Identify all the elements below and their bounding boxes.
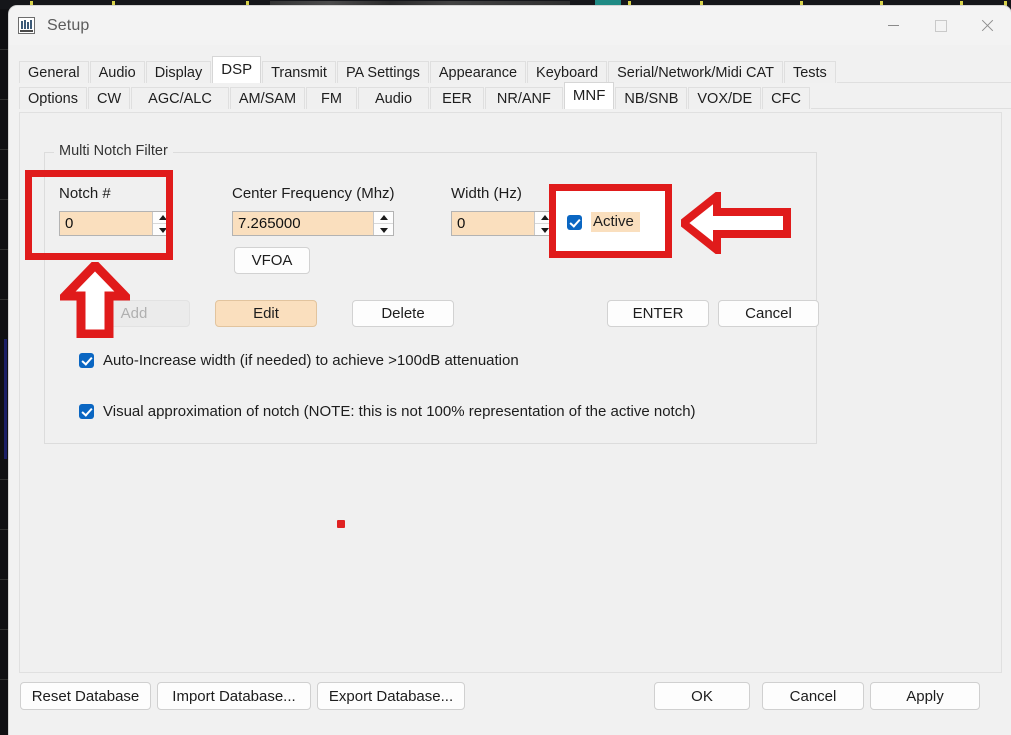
visual-approximation-checkbox[interactable]: Visual approximation of notch (NOTE: thi… [79, 403, 696, 420]
auto-increase-width-checkbox[interactable]: Auto-Increase width (if needed) to achie… [79, 352, 519, 369]
apply-button[interactable]: Apply [870, 682, 980, 710]
tab-agc-alc[interactable]: AGC/ALC [131, 87, 229, 109]
tab-appearance[interactable]: Appearance [430, 61, 526, 83]
red-dot-marker [337, 520, 345, 528]
secondary-tab-strip: Options CW AGC/ALC AM/SAM FM Audio EER N… [9, 85, 1011, 109]
notch-number-label: Notch # [59, 185, 111, 202]
spinner-up-icon[interactable] [535, 212, 554, 224]
ok-button[interactable]: OK [654, 682, 750, 710]
radio-icon [18, 17, 35, 34]
tab-vox-de[interactable]: VOX/DE [688, 87, 761, 109]
tab-nr-anf[interactable]: NR/ANF [485, 87, 563, 109]
cancel-button[interactable]: Cancel [762, 682, 864, 710]
tab-nb-snb[interactable]: NB/SNB [615, 87, 687, 109]
window-title: Setup [47, 17, 89, 35]
vfoa-button[interactable]: VFOA [234, 247, 310, 274]
checkbox-checked-icon [79, 353, 94, 368]
minimize-button[interactable] [870, 6, 917, 45]
notch-number-stepper[interactable]: 0 [59, 211, 173, 236]
import-database-button[interactable]: Import Database... [157, 682, 311, 710]
checkbox-checked-icon [79, 404, 94, 419]
tab-mnf[interactable]: MNF [564, 82, 615, 109]
tab-am-sam[interactable]: AM/SAM [230, 87, 305, 109]
visual-approximation-label: Visual approximation of notch (NOTE: thi… [103, 403, 696, 420]
tab-strip-filler [811, 87, 1011, 109]
tab-eer[interactable]: EER [430, 87, 484, 109]
spinner-down-icon[interactable] [374, 224, 393, 235]
dialog-bottom-bar: Reset Database Import Database... Export… [9, 673, 1011, 735]
width-label: Width (Hz) [451, 185, 522, 202]
center-frequency-label: Center Frequency (Mhz) [232, 185, 395, 202]
active-checkbox-overlay[interactable]: Active [567, 212, 640, 232]
background-blue-accent [4, 339, 7, 459]
width-spin-arrows[interactable] [534, 212, 554, 235]
tab-fm[interactable]: FM [306, 87, 357, 109]
maximize-button[interactable] [917, 6, 964, 45]
close-icon [981, 19, 994, 32]
tab-options[interactable]: Options [19, 87, 87, 109]
checkbox-checked-icon [567, 215, 582, 230]
spinner-up-icon[interactable] [153, 212, 172, 224]
auto-increase-width-label: Auto-Increase width (if needed) to achie… [103, 352, 519, 369]
tab-cw[interactable]: CW [88, 87, 130, 109]
tab-pa-settings[interactable]: PA Settings [337, 61, 429, 83]
notch-number-value[interactable]: 0 [60, 212, 152, 235]
enter-button[interactable]: ENTER [607, 300, 709, 327]
tab-audio[interactable]: Audio [90, 61, 145, 83]
cancel-button[interactable]: Cancel [718, 300, 819, 327]
window-controls [870, 6, 1011, 45]
spinner-up-icon[interactable] [374, 212, 393, 224]
reset-database-button[interactable]: Reset Database [20, 682, 151, 710]
tab-strip-filler [837, 61, 1011, 83]
tab-general[interactable]: General [19, 61, 89, 83]
tab-transmit[interactable]: Transmit [262, 61, 336, 83]
tab-serial-network-midi-cat[interactable]: Serial/Network/Midi CAT [608, 61, 783, 83]
tab-tests[interactable]: Tests [784, 61, 836, 83]
tab-dsp[interactable]: DSP [212, 56, 261, 83]
tab-keyboard[interactable]: Keyboard [527, 61, 607, 83]
window-titlebar[interactable]: Setup [9, 6, 1011, 45]
edit-button[interactable]: Edit [215, 300, 317, 327]
export-database-button[interactable]: Export Database... [317, 682, 465, 710]
tab-audio-dsp[interactable]: Audio [358, 87, 429, 109]
tab-display[interactable]: Display [146, 61, 212, 83]
width-value[interactable]: 0 [452, 212, 534, 235]
multi-notch-filter-group: Multi Notch Filter Notch # 0 Center Freq… [44, 152, 817, 444]
spinner-down-icon[interactable] [535, 224, 554, 235]
center-frequency-value[interactable]: 7.265000 [233, 212, 373, 235]
tab-cfc[interactable]: CFC [762, 87, 810, 109]
spinner-down-icon[interactable] [153, 224, 172, 235]
group-legend: Multi Notch Filter [54, 143, 173, 159]
width-stepper[interactable]: 0 [451, 211, 555, 236]
active-checkbox-label: Active [591, 212, 640, 232]
setup-window: Setup General Audio Display DSP Transmit… [9, 6, 1011, 735]
delete-button[interactable]: Delete [352, 300, 454, 327]
center-frequency-spin-arrows[interactable] [373, 212, 393, 235]
notch-number-spin-arrows[interactable] [152, 212, 172, 235]
dsp-mnf-page: Multi Notch Filter Notch # 0 Center Freq… [19, 112, 1002, 673]
add-button: Add [78, 300, 190, 327]
maximize-icon [935, 20, 947, 32]
minimize-icon [888, 25, 899, 26]
primary-tab-strip: General Audio Display DSP Transmit PA Se… [9, 59, 1011, 83]
close-button[interactable] [964, 6, 1011, 45]
center-frequency-stepper[interactable]: 7.265000 [232, 211, 394, 236]
